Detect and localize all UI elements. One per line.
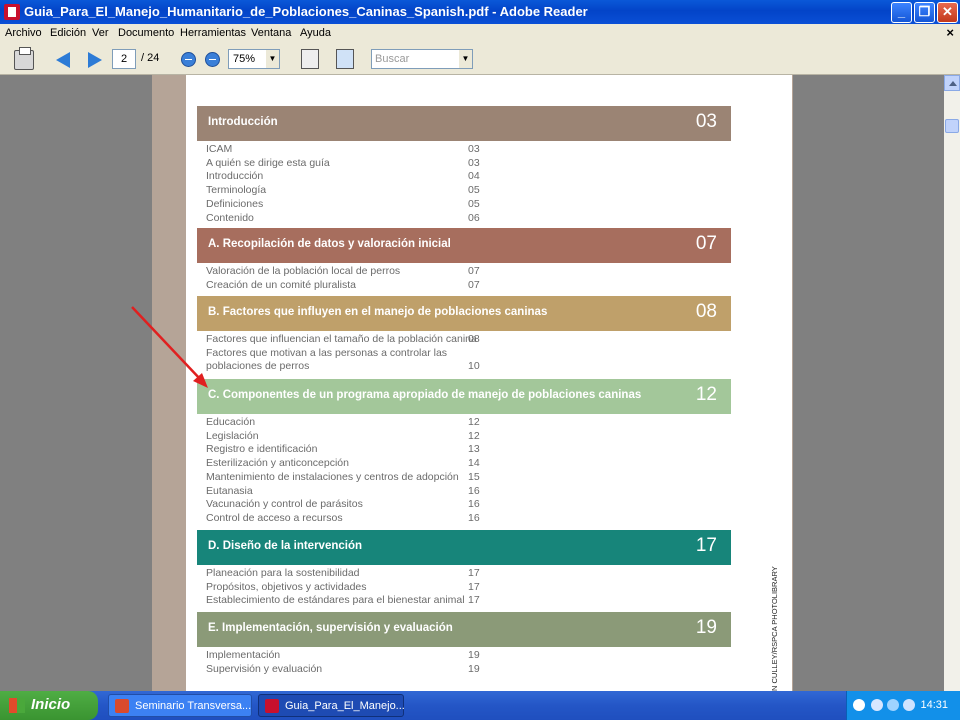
clock: 14:31	[920, 699, 948, 711]
menu-ventana[interactable]: Ventana	[251, 27, 291, 39]
toolbar: 2 / 24 75% ▼ Buscar ▼	[0, 44, 960, 75]
fit-page-icon[interactable]	[301, 49, 319, 69]
search-dropdown-icon[interactable]: ▼	[459, 50, 472, 68]
menu-ayuda[interactable]: Ayuda	[300, 27, 331, 39]
menu-ver[interactable]: Ver	[92, 27, 109, 39]
taskbar-item-guia[interactable]: Guia_Para_El_Manejo...	[258, 694, 405, 717]
task-label: Guia_Para_El_Manejo...	[285, 700, 405, 712]
page-total: / 24	[141, 52, 160, 64]
next-page-icon[interactable]	[84, 50, 104, 70]
powerpoint-icon	[115, 699, 129, 713]
scroll-up-icon[interactable]	[944, 75, 960, 91]
search-input[interactable]: Buscar ▼	[371, 49, 473, 69]
menu-archivo[interactable]: Archivo	[5, 27, 42, 39]
taskbar: Inicio Seminario Transversa... Guia_Para…	[0, 691, 960, 720]
document-close-icon[interactable]: ×	[946, 25, 954, 40]
adobe-reader-icon	[4, 4, 20, 20]
chevron-down-icon[interactable]: ▼	[266, 50, 279, 68]
task-label: Seminario Transversa...	[135, 700, 252, 712]
pdf-icon	[265, 699, 279, 713]
scroll-thumb[interactable]	[945, 119, 959, 133]
maximize-icon: ❐	[918, 4, 931, 19]
menu-documento[interactable]: Documento	[118, 27, 174, 39]
maximize-button[interactable]: ❐	[914, 2, 935, 23]
volume-icon[interactable]	[903, 699, 915, 711]
minimize-button[interactable]: _	[891, 2, 912, 23]
menu-bar: Archivo Edición Ver Documento Herramient…	[0, 24, 960, 44]
menu-herramientas[interactable]: Herramientas	[180, 27, 246, 39]
zoom-value: 75%	[233, 53, 256, 65]
previous-page-icon[interactable]	[56, 50, 76, 70]
network-icon[interactable]	[887, 699, 899, 711]
document-view[interactable]: Introducción 03 ICAM 03 A quién se dirige es…	[0, 75, 944, 691]
start-label: Inicio	[31, 696, 71, 713]
menu-edicion[interactable]: Edición	[50, 27, 86, 39]
windows-logo-icon	[9, 698, 25, 713]
zoom-in-icon[interactable]	[205, 52, 220, 67]
vertical-scrollbar[interactable]	[944, 75, 960, 691]
zoom-out-icon[interactable]	[181, 52, 196, 67]
zoom-select[interactable]: 75% ▼	[228, 49, 280, 69]
chevron-left-icon[interactable]	[853, 699, 865, 711]
print-icon[interactable]	[14, 47, 34, 70]
fit-width-icon[interactable]	[336, 49, 354, 69]
close-icon: ✕	[942, 4, 953, 19]
window-title: Guia_Para_El_Manejo_Humanitario_de_Pobla…	[24, 4, 588, 19]
page-number-input[interactable]: 2	[112, 49, 136, 69]
start-button[interactable]: Inicio	[0, 691, 98, 720]
minimize-icon: _	[897, 4, 906, 19]
system-tray: 14:31	[846, 691, 960, 720]
close-button[interactable]: ✕	[937, 2, 958, 23]
arrow-line	[131, 306, 202, 381]
search-placeholder: Buscar	[375, 53, 410, 65]
taskbar-item-seminario[interactable]: Seminario Transversa...	[108, 694, 252, 717]
annotation-arrow	[131, 306, 208, 388]
bluetooth-icon[interactable]	[871, 699, 883, 711]
title-bar[interactable]: Guia_Para_El_Manejo_Humanitario_de_Pobla…	[0, 0, 960, 24]
